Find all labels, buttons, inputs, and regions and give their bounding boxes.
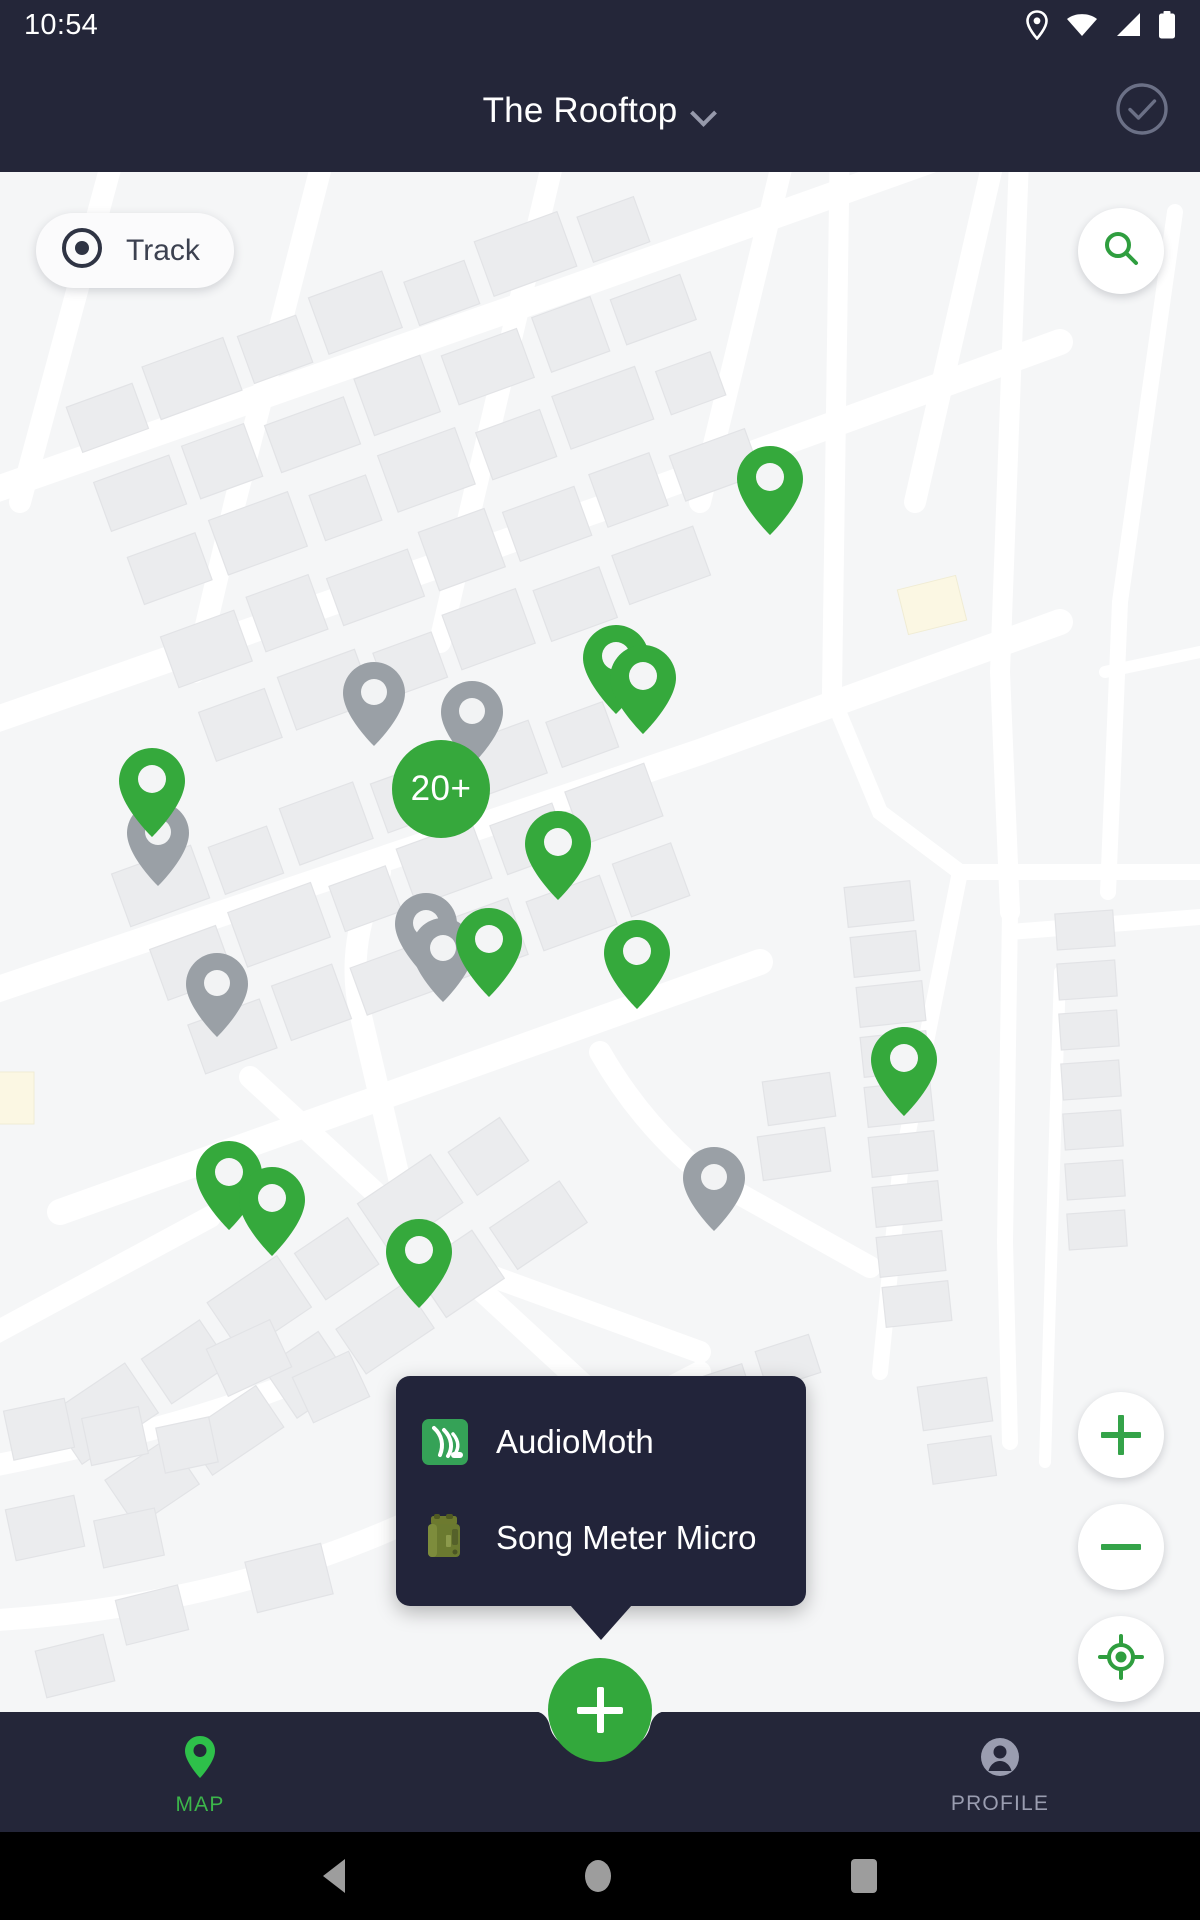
nav-fab-spacer: [400, 1769, 800, 1775]
add-device-fab[interactable]: [548, 1658, 652, 1762]
cluster-count-label: 20+: [410, 769, 472, 808]
popup-item-song-meter-micro[interactable]: Song Meter Micro: [396, 1490, 806, 1586]
check-circle-icon: [1114, 81, 1170, 142]
app-bar: The Rooftop: [0, 50, 1200, 172]
map-search-button[interactable]: [1078, 208, 1164, 294]
minus-icon: [1101, 1527, 1141, 1567]
zoom-out-button[interactable]: [1078, 1504, 1164, 1590]
recents-square-icon[interactable]: [851, 1859, 877, 1893]
person-icon: [978, 1735, 1022, 1784]
nav-tab-profile[interactable]: PROFILE: [800, 1729, 1200, 1816]
wifi-icon: [1066, 12, 1098, 38]
popup-item-audiomoth[interactable]: AudioMoth: [396, 1394, 806, 1490]
add-device-popup-menu: AudioMoth Song Meter Micro: [396, 1376, 806, 1640]
page-title: The Rooftop: [482, 91, 678, 130]
search-icon: [1100, 228, 1142, 275]
home-circle-icon[interactable]: [585, 1860, 611, 1892]
popup-item-label: AudioMoth: [496, 1423, 654, 1460]
project-selector[interactable]: The Rooftop: [483, 91, 718, 131]
plus-icon: [577, 1687, 623, 1733]
nav-tab-map-label: MAP: [175, 1792, 225, 1816]
cell-signal-icon: [1114, 12, 1142, 38]
location-pin-icon: [1024, 10, 1050, 40]
popup-item-label: Song Meter Micro: [496, 1519, 757, 1556]
status-bar-icons: [1024, 10, 1176, 40]
track-button-label: Track: [126, 233, 200, 267]
my-location-icon: [1098, 1633, 1144, 1685]
back-triangle-icon[interactable]: [323, 1859, 345, 1893]
song-meter-micro-icon: [422, 1513, 468, 1563]
record-circle-icon: [60, 226, 104, 275]
plus-icon: [1101, 1415, 1141, 1455]
confirm-button[interactable]: [1112, 81, 1172, 141]
android-navigation-bar: [0, 1832, 1200, 1920]
audiomoth-icon: [422, 1419, 468, 1465]
track-button[interactable]: Track: [36, 213, 234, 288]
nav-tab-map[interactable]: MAP: [0, 1728, 400, 1817]
status-bar: 10:54: [0, 0, 1200, 50]
battery-icon: [1158, 11, 1176, 39]
status-bar-clock: 10:54: [24, 8, 99, 41]
map-cluster-badge[interactable]: 20+: [392, 740, 490, 838]
chevron-down-icon: [691, 104, 717, 119]
zoom-in-button[interactable]: [1078, 1392, 1164, 1478]
my-location-button[interactable]: [1078, 1616, 1164, 1702]
app-root: .bldg { fill:#ebecee; stroke:#e2e3e6; st…: [0, 0, 1200, 1920]
map-pin-icon: [182, 1734, 218, 1785]
nav-tab-profile-label: PROFILE: [950, 1791, 1050, 1815]
